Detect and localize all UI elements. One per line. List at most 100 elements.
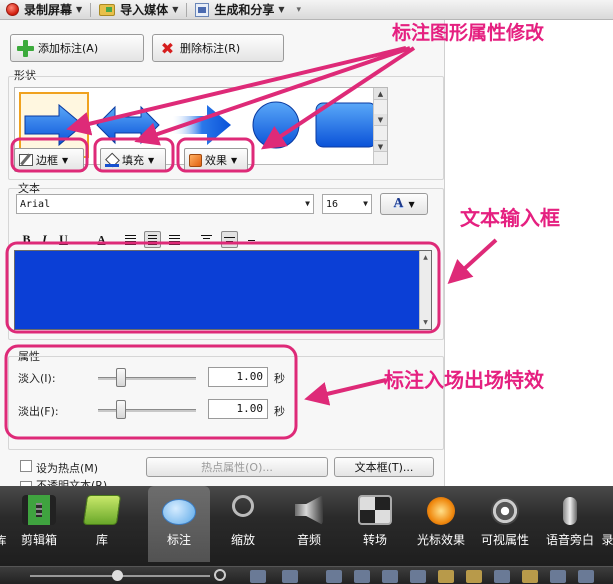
font-size-value: 16 [326, 198, 339, 210]
copy-icon[interactable] [382, 570, 398, 583]
font-color-dropdown[interactable]: A ▼ [380, 193, 428, 215]
dock-item-audio[interactable]: 音频 [284, 486, 334, 562]
marker-icon[interactable] [466, 570, 482, 583]
valign-top-button[interactable] [198, 231, 215, 248]
align-left-button[interactable] [122, 231, 139, 248]
dock-item-library[interactable]: 库 [78, 486, 126, 562]
circle-shape-icon [252, 101, 300, 149]
import-media-label: 导入媒体 [120, 3, 169, 17]
dock-left-fragment[interactable]: 库 [0, 486, 8, 562]
effect-icon [189, 153, 202, 167]
valign-bottom-button[interactable] [243, 231, 260, 248]
effect-dropdown-button[interactable]: 效果 ▼ [184, 148, 248, 172]
track-icon[interactable] [494, 570, 510, 583]
delete-x-icon: ✖ [160, 38, 175, 58]
dock-item-label: 音频 [296, 533, 321, 547]
border-dropdown-button[interactable]: 边框 ▼ [14, 148, 84, 172]
fade-out-label: 淡出(F): [18, 405, 59, 418]
callout-text-input[interactable]: ▲ ▼ [14, 250, 432, 330]
dock-item-callouts[interactable]: 标注 [148, 486, 210, 562]
undo-icon[interactable] [250, 570, 266, 583]
fade-in-input[interactable]: 1.00 [208, 367, 268, 387]
right-arrow-shape-icon [24, 103, 84, 147]
fade-out-input[interactable]: 1.00 [208, 399, 268, 419]
hotspot-properties-button[interactable]: 热点属性(O)... [146, 457, 328, 477]
font-size-select[interactable]: 16 ▼ [322, 194, 372, 214]
fill-label: 填充 [122, 154, 144, 167]
dock-right-fragment[interactable]: 录 [602, 486, 613, 562]
chevron-down-icon: ▼ [172, 5, 179, 14]
paste-icon[interactable] [410, 570, 426, 583]
shape-circle[interactable] [241, 92, 311, 158]
dock-item-visual-properties[interactable]: 可视属性 [476, 486, 534, 562]
dock-item-clip-bin[interactable]: 剪辑箱 [14, 486, 64, 562]
shape-gallery-scrollbar[interactable]: ▲ ▼ ▼ [373, 88, 387, 164]
valign-middle-button[interactable] [221, 231, 238, 248]
callout-panel: 添加标注(A) ✖ 删除标注(R) 形状 ▲ ▼ ▼ 边框 ▼ 填充 ▼ 效果 … [0, 20, 445, 486]
timeline-zoom-thumb[interactable] [112, 570, 123, 581]
shape-rounded-rect[interactable] [311, 92, 381, 158]
align-left-icon [125, 234, 136, 245]
align-center-button[interactable] [144, 231, 161, 248]
redo-icon[interactable] [282, 570, 298, 583]
folder-icon [99, 3, 116, 16]
chevron-down-icon: ▼ [408, 199, 415, 209]
split-icon[interactable] [354, 570, 370, 583]
cut-icon[interactable] [326, 570, 342, 583]
produce-share-menu[interactable]: 生成和分享 ▼ [189, 0, 290, 20]
text-input-scrollbar[interactable]: ▲ ▼ [419, 251, 431, 329]
hotspot-checkbox[interactable] [20, 460, 32, 472]
marker-icon[interactable] [522, 570, 538, 583]
expand-gallery-icon[interactable]: ▼ [374, 140, 387, 152]
effect-label: 效果 [205, 154, 227, 167]
dock-left-fragment-label: 库 [0, 534, 7, 547]
hotspot-checkbox-label: 设为热点(M) [36, 462, 99, 475]
scroll-up-icon[interactable]: ▲ [374, 88, 387, 100]
textbox-button[interactable]: 文本框(T)... [334, 457, 434, 477]
fade-in-slider-thumb[interactable] [116, 368, 126, 387]
visual-props-icon [491, 497, 519, 525]
paint-bucket-icon [105, 154, 119, 167]
add-callout-button[interactable]: 添加标注(A) [10, 34, 144, 62]
dock-item-zoom[interactable]: 缩放 [220, 486, 266, 562]
import-media-menu[interactable]: 导入媒体 ▼ [93, 0, 184, 20]
marker-icon[interactable] [438, 570, 454, 583]
border-label: 边框 [36, 154, 58, 167]
track-icon[interactable] [578, 570, 594, 583]
toolbar-overflow-icon[interactable]: ▾ [291, 0, 308, 20]
align-right-button[interactable] [166, 231, 183, 248]
bold-button[interactable]: B [18, 231, 35, 248]
dock-item-transitions[interactable]: 转场 [350, 486, 400, 562]
scroll-down-icon[interactable]: ▼ [420, 319, 431, 326]
delete-callout-label: 删除标注(R) [180, 42, 241, 55]
fade-out-slider-thumb[interactable] [116, 400, 126, 419]
text-color-button[interactable]: A [93, 231, 110, 248]
align-right-icon [169, 234, 180, 245]
font-name-select[interactable]: Arial ▼ [16, 194, 314, 214]
dock-item-label: 可视属性 [480, 533, 529, 547]
chevron-down-icon: ▼ [363, 199, 368, 208]
record-screen-menu[interactable]: 录制屏幕 ▼ [0, 0, 88, 20]
cursor-effect-icon [427, 497, 455, 525]
delete-callout-button[interactable]: ✖ 删除标注(R) [152, 34, 284, 62]
annotation-text-box: 文本输入框 [460, 206, 560, 230]
fill-dropdown-button[interactable]: 填充 ▼ [100, 148, 166, 172]
track-icon[interactable] [550, 570, 566, 583]
dock-item-cursor-effects[interactable]: 光标效果 [412, 486, 470, 562]
scroll-down-icon[interactable]: ▼ [374, 114, 387, 126]
italic-button[interactable]: I [36, 231, 53, 248]
speaker-icon [295, 495, 323, 525]
toolbar-divider [186, 2, 188, 17]
scroll-up-icon[interactable]: ▲ [420, 254, 431, 261]
chevron-down-icon: ▼ [62, 155, 69, 165]
dock-item-label: 缩放 [230, 533, 255, 547]
dock-item-voice-narration[interactable]: 语音旁白 [542, 486, 598, 562]
zoom-in-icon[interactable] [214, 569, 226, 581]
textbox-button-label: 文本框(T)... [354, 461, 414, 474]
fade-out-slider[interactable] [98, 409, 196, 412]
dock-item-label: 库 [95, 533, 108, 547]
fade-in-label: 淡入(I): [18, 372, 56, 385]
fade-in-slider[interactable] [98, 377, 196, 380]
underline-button[interactable]: U [55, 231, 72, 248]
record-icon [6, 3, 19, 16]
